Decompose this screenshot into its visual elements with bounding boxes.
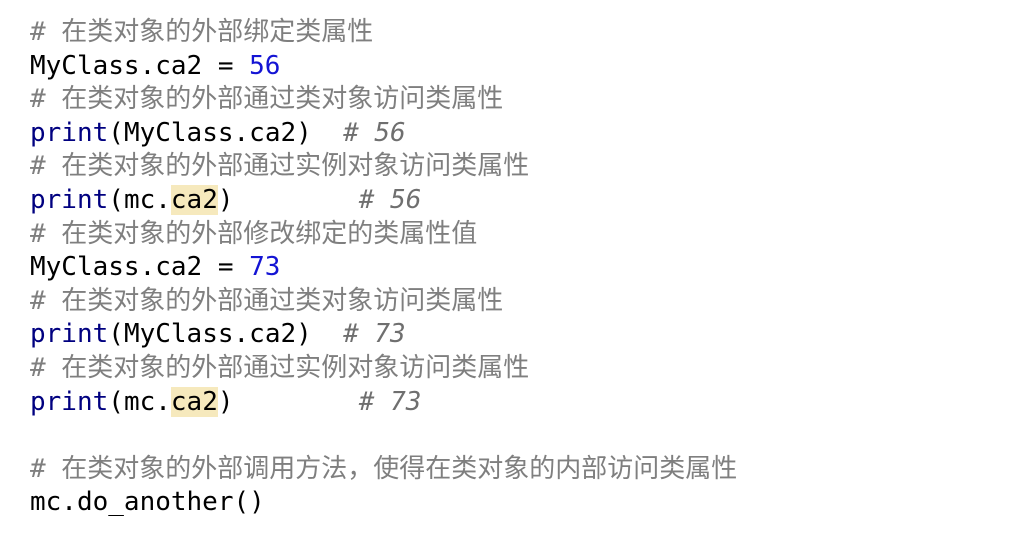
code-line[interactable] (30, 419, 737, 453)
code-paren-close: ) (296, 319, 312, 350)
code-paren-close: ) (296, 117, 312, 148)
code-line[interactable]: MyClass.ca2 = 56 (30, 50, 737, 84)
code-editor[interactable]: # 在类对象的外部绑定类属性 MyClass.ca2 = 56 # 在类对象的外部通… (30, 16, 737, 520)
code-comment: # 在类对象的外部通过类对象访问类属性 (30, 84, 504, 115)
code-line[interactable]: # 在类对象的外部通过类对象访问类属性 (30, 285, 737, 319)
code-paren-open: ( (108, 184, 124, 215)
code-line[interactable]: print(MyClass.ca2) # 73 (30, 318, 737, 352)
code-comment: # 在类对象的外部通过实例对象访问类属性 (30, 151, 530, 182)
code-statement: mc.do_another() (30, 487, 265, 518)
code-paren-open: ( (108, 386, 124, 417)
code-line[interactable]: print(mc.ca2) # 73 (30, 386, 737, 420)
code-comment: # 在类对象的外部调用方法，使得在类对象的内部访问类属性 (30, 453, 738, 484)
code-number-literal: 73 (249, 252, 281, 283)
code-comment: # 在类对象的外部绑定类属性 (30, 17, 374, 47)
code-paren-close: ) (217, 386, 234, 417)
code-line[interactable]: MyClass.ca2 = 73 (30, 251, 737, 285)
code-line[interactable]: # 在类对象的外部修改绑定的类属性值 (30, 218, 737, 252)
code-builtin-print: print (30, 386, 109, 417)
code-argument: MyClass.ca2 (123, 319, 297, 350)
code-builtin-print: print (30, 117, 109, 148)
code-inline-comment: # 73 (343, 319, 406, 350)
code-argument: mc. (123, 184, 171, 215)
code-comment: # 在类对象的外部通过类对象访问类属性 (30, 285, 504, 316)
code-paren-open: ( (108, 319, 124, 350)
code-operator: = (202, 50, 250, 81)
code-inline-comment: # 73 (358, 386, 422, 417)
code-builtin-print: print (30, 319, 109, 350)
code-line[interactable]: # 在类对象的外部通过实例对象访问类属性 (30, 150, 737, 184)
code-paren-close: ) (217, 184, 234, 215)
code-line[interactable]: # 在类对象的外部绑定类属性 (30, 16, 737, 50)
code-line[interactable]: # 在类对象的外部调用方法，使得在类对象的内部访问类属性 (30, 453, 737, 487)
code-comment: # 在类对象的外部通过实例对象访问类属性 (30, 352, 530, 383)
code-builtin-print: print (30, 184, 109, 215)
code-number-literal: 56 (249, 50, 281, 81)
code-operator: = (202, 252, 250, 283)
code-highlighted-attribute: ca2 (170, 386, 218, 417)
code-assign-target: MyClass.ca2 (30, 252, 203, 283)
code-assign-target: MyClass.ca2 (30, 50, 203, 81)
code-argument: MyClass.ca2 (123, 117, 297, 148)
code-inline-comment: # 56 (358, 184, 422, 215)
code-comment: # 在类对象的外部修改绑定的类属性值 (30, 218, 478, 249)
code-highlighted-attribute: ca2 (170, 184, 218, 215)
code-line[interactable]: print(MyClass.ca2) # 56 (30, 117, 737, 151)
code-line[interactable]: # 在类对象的外部通过实例对象访问类属性 (30, 352, 737, 386)
code-line[interactable]: mc.do_another() (30, 486, 737, 520)
code-line[interactable]: print(mc.ca2) # 56 (30, 184, 737, 218)
code-line[interactable]: # 在类对象的外部通过类对象访问类属性 (30, 83, 737, 117)
code-paren-open: ( (108, 117, 124, 148)
code-inline-comment: # 56 (343, 117, 406, 148)
code-argument: mc. (123, 386, 171, 417)
